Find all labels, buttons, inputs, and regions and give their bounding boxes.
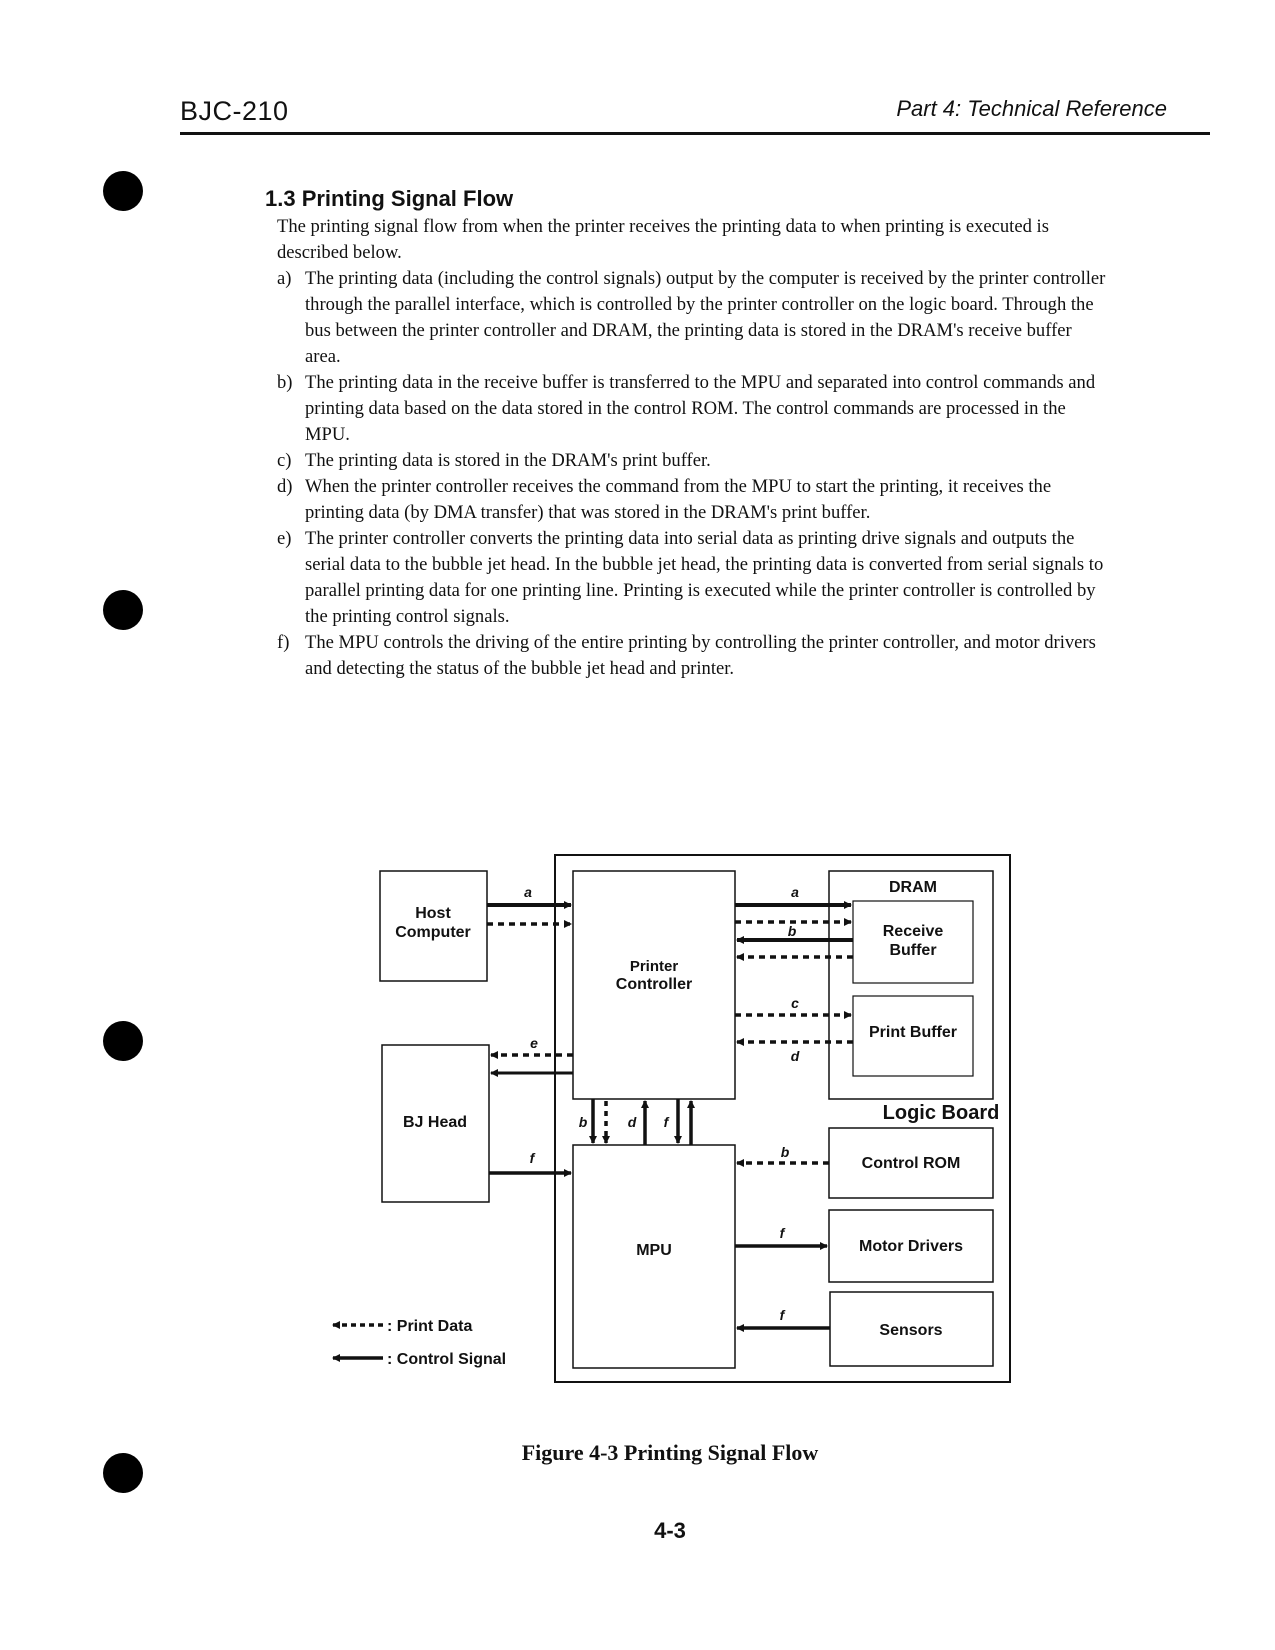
figure-caption: Figure 4-3 Printing Signal Flow [521, 1440, 819, 1465]
logic-board-label: Logic Board [883, 1102, 1000, 1124]
list-item-label: b) [277, 372, 293, 393]
header-rule [180, 132, 1210, 135]
page-number: 4-3 [654, 1518, 686, 1543]
signal-label: b [788, 923, 797, 939]
list-item-label: d) [277, 476, 293, 497]
mpu-label: MPU [636, 1242, 672, 1259]
receive-buffer-label-1: Receive [883, 923, 944, 940]
list-item: b) The printing data in the receive buffe… [277, 370, 1107, 448]
signal-label: a [791, 884, 799, 900]
dram-label: DRAM [889, 879, 937, 896]
section-body: The printing signal flow from when the p… [277, 214, 1107, 682]
host-computer-label-1: Host [415, 905, 451, 922]
sensors-label: Sensors [879, 1322, 942, 1339]
document-header-model: BJC-210 [180, 96, 289, 126]
list-item: c) The printing data is stored in the DRA… [277, 448, 1107, 474]
legend-print-data-label: : Print Data [387, 1318, 472, 1335]
printer-controller-label-1: Printer [630, 958, 679, 975]
list-item: e) The printer controller converts the pr… [277, 526, 1107, 630]
signal-label: f [664, 1114, 670, 1130]
punch-hole-icon [103, 171, 143, 211]
list-item-text: The MPU controls the driving of the enti… [305, 632, 1096, 679]
punch-hole-icon [103, 590, 143, 630]
bj-head-label: BJ Head [403, 1114, 467, 1131]
document-header-part: Part 4: Technical Reference [896, 96, 1167, 121]
host-computer-label-2: Computer [395, 924, 471, 941]
list-item-text: The printing data in the receive buffer … [305, 372, 1096, 445]
list-item-label: a) [277, 268, 292, 289]
control-rom-label: Control ROM [862, 1155, 961, 1172]
list-item-label: f) [277, 632, 290, 653]
list-item-label: c) [277, 450, 292, 471]
legend-control-signal-label: : Control Signal [387, 1351, 506, 1368]
list-item-label: e) [277, 528, 292, 549]
print-buffer-label: Print Buffer [869, 1024, 957, 1041]
signal-label: e [530, 1035, 538, 1051]
list-item-text: The printing data (including the control… [305, 268, 1106, 367]
signal-label: a [524, 884, 532, 900]
list-item-text: The printer controller converts the prin… [305, 528, 1104, 627]
list-item-text: The printing data is stored in the DRAM'… [305, 450, 711, 471]
list-item: a) The printing data (including the contr… [277, 266, 1107, 370]
signal-label: d [791, 1048, 800, 1064]
printer-controller-label-2: Controller [616, 976, 692, 993]
section-title: 1.3 Printing Signal Flow [265, 186, 514, 211]
signal-label: f [780, 1225, 786, 1241]
motor-drivers-label: Motor Drivers [859, 1238, 963, 1255]
signal-label: b [579, 1114, 588, 1130]
list-item: d) When the printer controller receives t… [277, 474, 1107, 526]
signal-flow-diagram: Host Computer Printer Controller DRAM Re… [332, 854, 1011, 1383]
signal-label: f [530, 1150, 536, 1166]
punch-hole-icon [103, 1021, 143, 1061]
receive-buffer-label-2: Buffer [889, 942, 936, 959]
signal-label: f [780, 1307, 786, 1323]
intro-paragraph: The printing signal flow from when the p… [277, 216, 1049, 263]
signal-label: d [628, 1114, 637, 1130]
list-item-text: When the printer controller receives the… [305, 476, 1052, 523]
signal-label: c [791, 995, 799, 1011]
signal-label: b [781, 1144, 790, 1160]
list-item: f) The MPU controls the driving of the en… [277, 630, 1107, 682]
